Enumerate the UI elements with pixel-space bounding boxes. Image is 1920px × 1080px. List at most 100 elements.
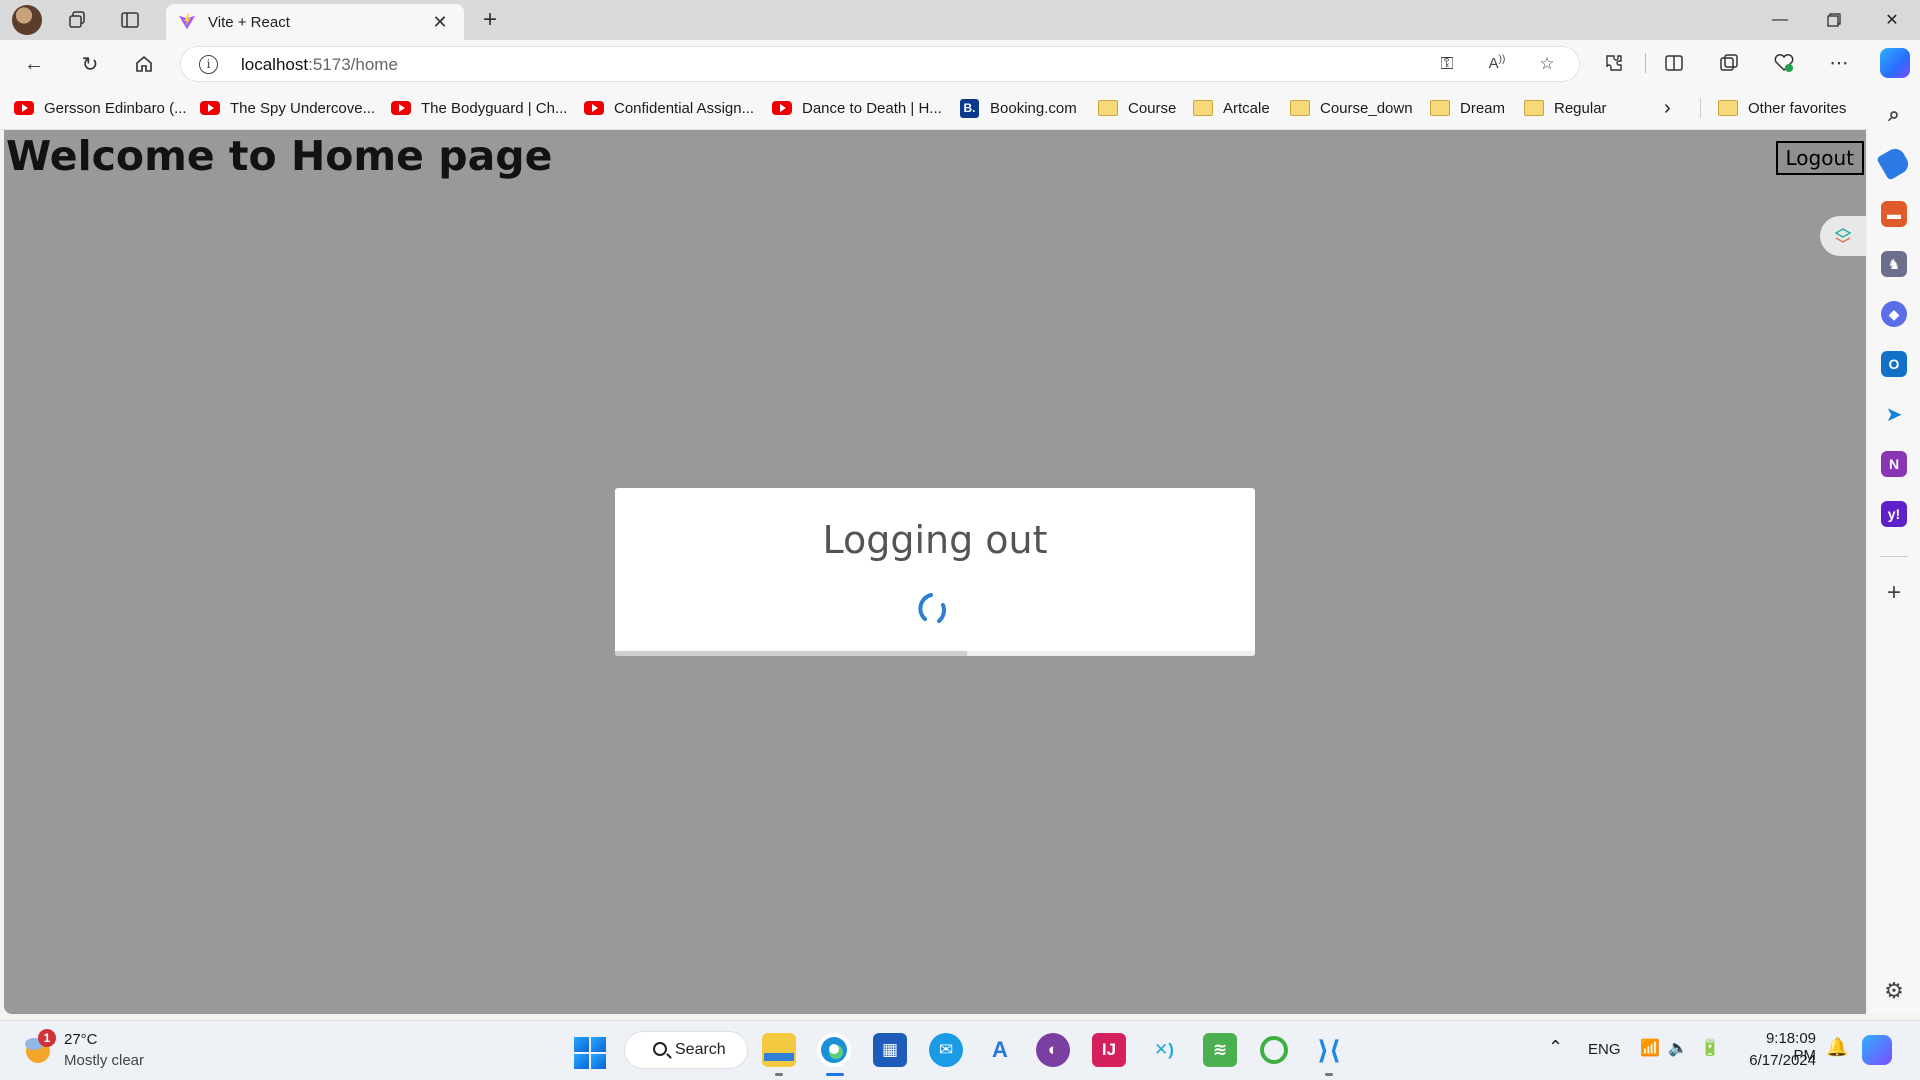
vertical-tabs-icon[interactable]: [116, 6, 144, 34]
close-window-button[interactable]: ✕: [1864, 0, 1920, 40]
favorite-label: Course_down: [1320, 99, 1413, 117]
drop-send-icon[interactable]: ➤: [1881, 401, 1907, 427]
favorite-folder[interactable]: Artcale: [1193, 96, 1270, 120]
settings-more-icon[interactable]: ⋯: [1825, 49, 1853, 77]
weather-description: Mostly clear: [64, 1052, 145, 1069]
favorite-item[interactable]: Confidential Assign...: [584, 96, 754, 120]
favorite-label: Confidential Assign...: [614, 99, 755, 117]
favorite-folder[interactable]: Course: [1098, 96, 1176, 120]
github-icon[interactable]: ◐: [1036, 1033, 1070, 1067]
favorite-label: Gersson Edinbaro (...: [44, 99, 187, 117]
tools-toolbox-icon[interactable]: ▬: [1881, 201, 1907, 227]
language-indicator[interactable]: ENG: [1588, 1041, 1621, 1058]
onenote-icon[interactable]: N: [1881, 451, 1907, 477]
loading-spinner-icon: [918, 593, 947, 623]
folder-icon: [1193, 100, 1213, 116]
outlook-icon[interactable]: O: [1881, 351, 1907, 377]
volume-icon[interactable]: 🔈: [1668, 1038, 1688, 1058]
floating-widget-icon[interactable]: [1820, 216, 1866, 256]
favorite-folder[interactable]: Regular: [1524, 96, 1607, 120]
file-explorer-icon[interactable]: [762, 1033, 796, 1067]
messaging-app-icon[interactable]: ✉: [929, 1033, 963, 1067]
folder-icon: [1524, 100, 1544, 116]
favorite-folder[interactable]: Dream: [1430, 96, 1505, 120]
weather-alert-badge: 1: [38, 1029, 56, 1047]
favorite-folder[interactable]: Course_down: [1290, 96, 1413, 120]
edge-browser-icon[interactable]: [817, 1033, 851, 1067]
favorite-item[interactable]: The Spy Undercove...: [200, 96, 375, 120]
sidebar-divider: [1880, 556, 1908, 557]
collections-icon[interactable]: [1715, 49, 1743, 77]
new-tab-button[interactable]: +: [476, 6, 504, 34]
favorite-item[interactable]: The Bodyguard | Ch...: [391, 96, 567, 120]
title-bar: Vite + React ✕ + — ✕: [0, 0, 1920, 40]
text-app-icon[interactable]: A: [983, 1033, 1017, 1067]
password-key-icon[interactable]: ⚿: [1436, 54, 1458, 76]
youtube-icon: [200, 101, 220, 115]
favorite-label: Course: [1128, 99, 1177, 117]
battery-icon[interactable]: 🔋: [1700, 1038, 1720, 1058]
address-bar[interactable]: i localhost:5173/home ⚿ A)) ☆: [180, 46, 1580, 82]
copilot-icon[interactable]: [1880, 48, 1910, 78]
intellij-icon[interactable]: IJ: [1092, 1033, 1126, 1067]
vscode-icon[interactable]: ⟩⟨: [1312, 1033, 1346, 1067]
favorite-label: The Spy Undercove...: [230, 99, 376, 117]
workspaces-icon[interactable]: [64, 6, 92, 34]
taskbar-search[interactable]: Search: [624, 1031, 748, 1069]
yahoo-icon[interactable]: y!: [1881, 501, 1907, 527]
extensions-icon[interactable]: [1600, 49, 1628, 77]
read-aloud-icon[interactable]: A)): [1486, 54, 1508, 76]
clock-date[interactable]: 6/17/2024: [1742, 1052, 1816, 1069]
other-favorites-folder[interactable]: Other favorites: [1718, 96, 1846, 120]
browser-essentials-icon[interactable]: [1770, 49, 1798, 77]
folder-icon: [1430, 100, 1450, 116]
address-toolbar: ← ↻ i localhost:5173/home ⚿ A)) ☆ ⋯: [0, 40, 1920, 86]
tab-vite-react[interactable]: Vite + React ✕: [166, 4, 464, 40]
home-button[interactable]: [128, 48, 160, 80]
microsoft-store-icon[interactable]: ▦: [873, 1033, 907, 1067]
wifi-icon[interactable]: 📶: [1640, 1038, 1660, 1058]
favorite-star-icon[interactable]: ☆: [1536, 54, 1558, 76]
windows-taskbar: 1 27°C Mostly clear Search ▦ ✉ A ◐ IJ ✕)…: [0, 1020, 1920, 1080]
favorite-label: Regular: [1554, 99, 1607, 117]
games-icon[interactable]: ♞: [1881, 251, 1907, 277]
editor-app-icon[interactable]: ≋: [1203, 1033, 1237, 1067]
sidebar-settings-gear-icon[interactable]: ⚙: [1881, 978, 1907, 1004]
favorite-item[interactable]: B. Booking.com: [960, 96, 1077, 120]
url-text[interactable]: localhost:5173/home: [241, 55, 398, 75]
show-hidden-icons-chevron-icon[interactable]: ⌃: [1548, 1037, 1563, 1058]
favorite-label: Artcale: [1223, 99, 1270, 117]
favorite-item[interactable]: Dance to Death | H...: [772, 96, 942, 120]
favorite-item[interactable]: Gersson Edinbaro (...: [14, 96, 187, 120]
split-screen-icon[interactable]: [1660, 49, 1688, 77]
more-favorites-chevron-icon[interactable]: ›: [1664, 96, 1671, 120]
folder-icon: [1098, 100, 1118, 116]
start-button[interactable]: [574, 1037, 606, 1069]
restore-button[interactable]: [1806, 0, 1862, 40]
microsoft-365-icon[interactable]: ◆: [1881, 301, 1907, 327]
site-info-icon[interactable]: i: [199, 55, 218, 74]
minimize-button[interactable]: —: [1752, 0, 1808, 40]
favorite-label: Dream: [1460, 99, 1506, 117]
refresh-button[interactable]: ↻: [74, 48, 106, 80]
page-viewport: Welcome to Home page Logout Logging out: [4, 130, 1866, 1014]
running-indicator-active: [826, 1073, 844, 1076]
weather-temperature: 27°C: [64, 1031, 98, 1048]
favorite-label: Booking.com: [990, 99, 1077, 117]
search-icon[interactable]: ⌕: [1881, 102, 1907, 128]
notifications-bell-icon[interactable]: 🔔: [1826, 1037, 1848, 1058]
copilot-taskbar-icon[interactable]: [1862, 1035, 1892, 1065]
dev-tool-icon[interactable]: ✕): [1147, 1033, 1181, 1067]
youtube-icon: [584, 101, 604, 115]
loop-app-icon[interactable]: [1257, 1033, 1291, 1067]
add-sidebar-app-icon[interactable]: +: [1881, 579, 1907, 606]
shopping-tag-icon[interactable]: [1876, 145, 1912, 181]
back-button[interactable]: ←: [18, 48, 50, 80]
search-icon: [653, 1042, 667, 1056]
url-host: localhost: [241, 55, 309, 74]
close-tab-icon[interactable]: ✕: [428, 12, 452, 33]
profile-avatar[interactable]: [12, 5, 42, 35]
running-indicator: [775, 1073, 783, 1076]
vite-icon: [178, 13, 196, 30]
folder-icon: [1290, 100, 1310, 116]
